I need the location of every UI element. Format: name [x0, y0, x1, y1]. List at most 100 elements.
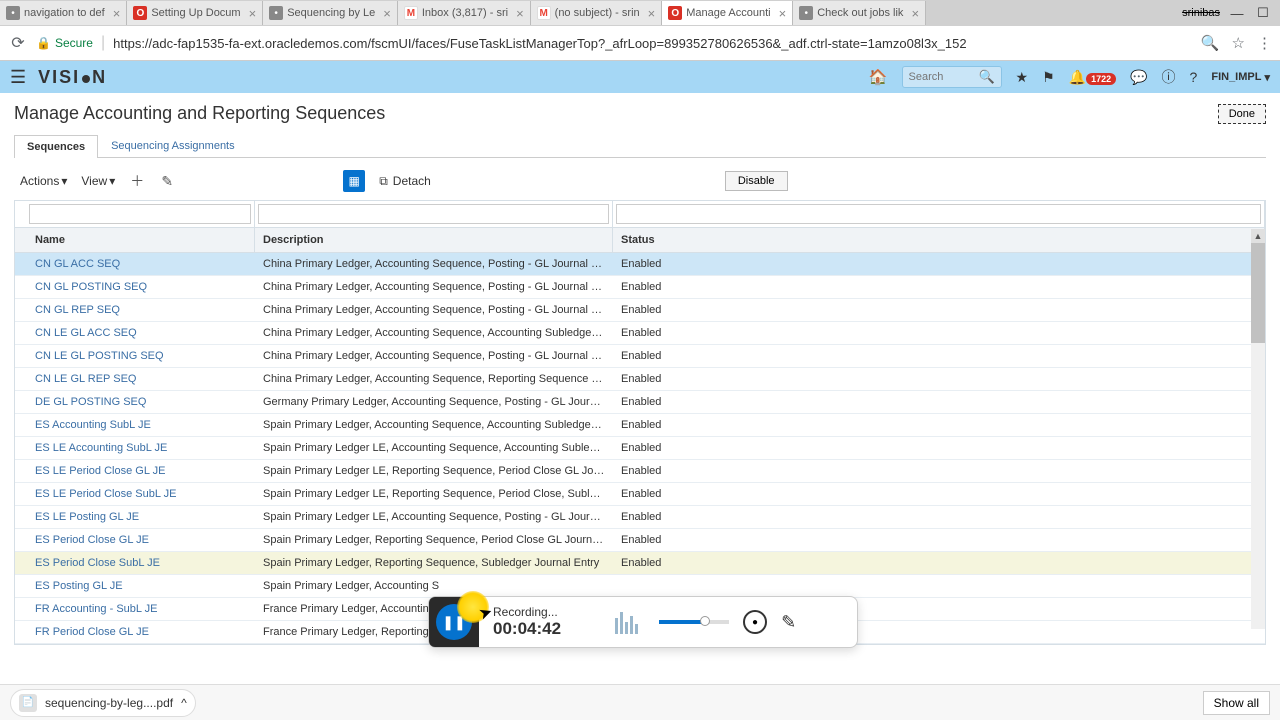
menu-icon[interactable]: ⋮	[1257, 34, 1272, 52]
table-row[interactable]: ES LE Posting GL JESpain Primary Ledger …	[15, 506, 1265, 529]
table-row[interactable]: ES Period Close SubL JESpain Primary Led…	[15, 552, 1265, 575]
detach-button[interactable]: ⧉ Detach	[379, 174, 431, 189]
table-row[interactable]: CN LE GL ACC SEQChina Primary Ledger, Ac…	[15, 322, 1265, 345]
tab-sequences[interactable]: Sequences	[14, 135, 98, 158]
view-menu[interactable]: View ▾	[81, 174, 115, 188]
table-row[interactable]: DE GL POSTING SEQGermany Primary Ledger,…	[15, 391, 1265, 414]
pause-button[interactable]: ❚❚ ➤	[429, 597, 479, 647]
help2-icon[interactable]: ?	[1190, 69, 1198, 85]
done-button[interactable]: Done	[1218, 104, 1266, 124]
table-row[interactable]: CN GL POSTING SEQChina Primary Ledger, A…	[15, 276, 1265, 299]
global-search[interactable]: 🔍	[902, 66, 1002, 88]
search-icon[interactable]: 🔍	[1201, 34, 1220, 52]
row-name-link[interactable]: FR Accounting - SubL JE	[15, 603, 255, 615]
browser-tab[interactable]: •Check out jobs lik×	[793, 1, 926, 25]
webcam-icon[interactable]: ●	[743, 610, 767, 634]
actions-menu[interactable]: Actions ▾	[20, 174, 67, 188]
vertical-scrollbar[interactable]: ▲	[1251, 229, 1265, 629]
app-logo[interactable]: VISIN	[38, 67, 107, 88]
volume-slider[interactable]	[659, 620, 729, 624]
tab-favicon-icon: O	[668, 6, 682, 20]
row-name-link[interactable]: CN LE GL POSTING SEQ	[15, 350, 255, 362]
close-icon[interactable]: ×	[779, 6, 787, 21]
scroll-up-icon[interactable]: ▲	[1251, 229, 1265, 243]
search-icon[interactable]: 🔍	[979, 69, 995, 85]
col-header-status[interactable]: Status	[613, 228, 1265, 252]
search-input[interactable]	[909, 71, 979, 83]
row-name-link[interactable]: CN LE GL REP SEQ	[15, 373, 255, 385]
col-header-description[interactable]: Description	[255, 228, 613, 252]
close-icon[interactable]: ×	[113, 6, 121, 21]
tab-favicon-icon: •	[269, 6, 283, 20]
col-header-name[interactable]: Name	[15, 228, 255, 252]
user-menu[interactable]: FIN_IMPL ▾	[1211, 71, 1270, 84]
annotate-icon[interactable]: ✎	[781, 612, 796, 633]
filter-status-input[interactable]	[616, 204, 1261, 224]
row-name-link[interactable]: ES LE Period Close SubL JE	[15, 488, 255, 500]
browser-tab[interactable]: OSetting Up Docum×	[127, 1, 263, 25]
row-name-link[interactable]: ES LE Accounting SubL JE	[15, 442, 255, 454]
chevron-down-icon: ▾	[1264, 71, 1270, 84]
table-row[interactable]: ES Accounting SubL JESpain Primary Ledge…	[15, 414, 1265, 437]
row-name-link[interactable]: CN LE GL ACC SEQ	[15, 327, 255, 339]
row-name-link[interactable]: CN GL ACC SEQ	[15, 258, 255, 270]
browser-tab[interactable]: MInbox (3,817) - sri×	[398, 1, 531, 25]
filter-description-input[interactable]	[258, 204, 609, 224]
show-all-button[interactable]: Show all	[1203, 691, 1270, 715]
tab-sequencing-assignments[interactable]: Sequencing Assignments	[98, 134, 248, 157]
close-icon[interactable]: ×	[249, 6, 257, 21]
row-name-link[interactable]: CN GL POSTING SEQ	[15, 281, 255, 293]
row-name-link[interactable]: ES Accounting SubL JE	[15, 419, 255, 431]
close-icon[interactable]: ×	[648, 6, 656, 21]
close-icon[interactable]: ×	[516, 6, 524, 21]
row-name-link[interactable]: ES LE Posting GL JE	[15, 511, 255, 523]
row-status: Enabled	[613, 304, 1265, 316]
table-row[interactable]: CN GL ACC SEQChina Primary Ledger, Accou…	[15, 253, 1265, 276]
tab-label: Inbox (3,817) - sri	[422, 7, 508, 19]
filter-name-input[interactable]	[29, 204, 251, 224]
maximize-icon[interactable]: ☐	[1254, 6, 1272, 20]
chat-icon[interactable]: 💬	[1130, 69, 1147, 86]
star-icon[interactable]: ☆	[1232, 34, 1245, 52]
table-row[interactable]: ES LE Period Close SubL JESpain Primary …	[15, 483, 1265, 506]
browser-tab[interactable]: •navigation to def×	[0, 1, 127, 25]
row-name-link[interactable]: DE GL POSTING SEQ	[15, 396, 255, 408]
minimize-icon[interactable]: —	[1228, 6, 1246, 20]
home-icon[interactable]: 🏠	[869, 68, 888, 86]
row-name-link[interactable]: FR Period Close GL JE	[15, 626, 255, 638]
favorites-icon[interactable]: ★	[1016, 69, 1029, 86]
hamburger-icon[interactable]: ☰	[10, 67, 26, 88]
chevron-up-icon[interactable]: ^	[181, 696, 187, 710]
row-name-link[interactable]: ES LE Period Close GL JE	[15, 465, 255, 477]
secure-indicator[interactable]: 🔒 Secure	[36, 36, 93, 50]
flag-icon[interactable]: ⚑	[1042, 69, 1055, 86]
edit-icon[interactable]: ✎	[159, 173, 175, 189]
row-name-link[interactable]: ES Period Close GL JE	[15, 534, 255, 546]
row-name-link[interactable]: ES Posting GL JE	[15, 580, 255, 592]
profile-name[interactable]: srinibas	[1182, 7, 1220, 19]
row-name-link[interactable]: ES Period Close SubL JE	[15, 557, 255, 569]
table-row[interactable]: CN LE GL REP SEQChina Primary Ledger, Ac…	[15, 368, 1265, 391]
table-row[interactable]: ES LE Accounting SubL JESpain Primary Le…	[15, 437, 1265, 460]
close-icon[interactable]: ×	[911, 6, 919, 21]
table-row[interactable]: CN LE GL POSTING SEQChina Primary Ledger…	[15, 345, 1265, 368]
add-icon[interactable]: ＋	[129, 173, 145, 189]
reload-icon[interactable]: ⟳	[8, 33, 28, 53]
row-name-link[interactable]: CN GL REP SEQ	[15, 304, 255, 316]
browser-tab[interactable]: •Sequencing by Le×	[263, 1, 398, 25]
close-icon[interactable]: ×	[383, 6, 391, 21]
notifications-icon[interactable]: 🔔1722	[1069, 69, 1116, 86]
freeze-icon[interactable]: ▦	[343, 170, 365, 192]
help-icon[interactable]: ⓘ	[1162, 67, 1176, 87]
tab-label: Check out jobs lik	[817, 7, 903, 19]
scroll-thumb[interactable]	[1251, 243, 1265, 343]
download-item[interactable]: 📄 sequencing-by-leg....pdf ^	[10, 689, 196, 717]
browser-tab[interactable]: M(no subject) - srin×	[531, 1, 663, 25]
browser-tab[interactable]: OManage Accounti×	[662, 1, 793, 25]
table-row[interactable]: ES LE Period Close GL JESpain Primary Le…	[15, 460, 1265, 483]
disable-button[interactable]: Disable	[725, 171, 788, 191]
table-row[interactable]: ES Period Close GL JESpain Primary Ledge…	[15, 529, 1265, 552]
table-row[interactable]: ES Posting GL JESpain Primary Ledger, Ac…	[15, 575, 1265, 598]
url-text[interactable]: https://adc-fap1535-fa-ext.oracledemos.c…	[113, 36, 1193, 51]
table-row[interactable]: CN GL REP SEQChina Primary Ledger, Accou…	[15, 299, 1265, 322]
